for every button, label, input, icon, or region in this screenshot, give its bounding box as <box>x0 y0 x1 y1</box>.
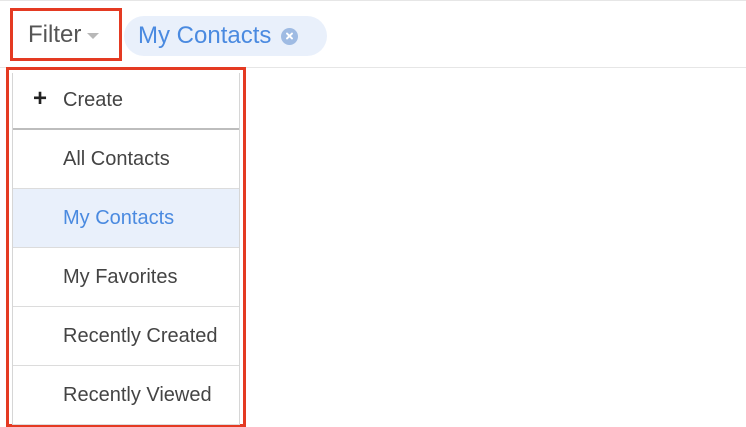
create-filter-label: Create <box>63 89 124 111</box>
create-filter-item[interactable]: + Create <box>13 73 239 130</box>
filter-item-label: Recently Viewed <box>63 383 212 406</box>
filter-bar: Filter My Contacts <box>0 0 746 68</box>
active-filter-label: My Contacts <box>138 22 272 49</box>
plus-icon: + <box>33 85 48 112</box>
remove-filter-icon[interactable] <box>281 27 299 45</box>
active-filter-pill[interactable]: My Contacts <box>124 16 327 56</box>
filter-item-recently-viewed[interactable]: Recently Viewed <box>13 366 239 425</box>
filter-item-my-favorites[interactable]: My Favorites <box>13 248 239 307</box>
filter-item-my-contacts[interactable]: My Contacts <box>13 189 239 248</box>
filter-item-label: My Contacts <box>63 206 175 229</box>
filter-item-recently-created[interactable]: Recently Created <box>13 307 239 366</box>
filter-item-label: My Favorites <box>63 265 178 288</box>
filter-label: Filter <box>28 20 82 48</box>
caret-down-icon <box>87 32 100 39</box>
filter-dropdown-menu: + Create All Contacts My Contacts My Fav… <box>6 67 246 427</box>
filter-item-label: Recently Created <box>63 324 218 347</box>
filter-item-all-contacts[interactable]: All Contacts <box>13 130 239 189</box>
filter-item-label: All Contacts <box>63 147 170 170</box>
filter-dropdown-list: + Create All Contacts My Contacts My Fav… <box>12 73 240 425</box>
filter-button[interactable]: Filter <box>10 8 122 61</box>
